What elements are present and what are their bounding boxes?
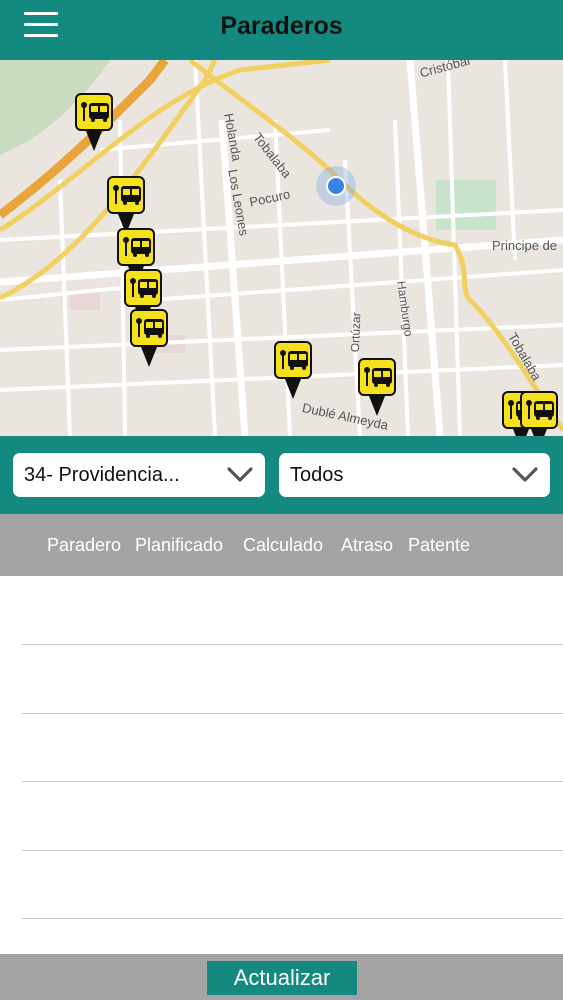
chevron-down-icon [227, 467, 253, 482]
bus-stop-icon[interactable] [520, 391, 558, 436]
filter-bar: 34- Providencia... Todos [0, 436, 563, 514]
route-select-value: 34- Providencia... [24, 464, 180, 486]
column-header-paradero[interactable]: Paradero [47, 514, 121, 576]
direction-select[interactable]: Todos [279, 453, 550, 497]
bus-stop-icon[interactable] [130, 309, 168, 367]
map-view[interactable]: Tobalaba Holanda Los Leones Pocuro Crist… [0, 60, 563, 436]
table-header: Paradero Planificado Calculado Atraso Pa… [0, 514, 563, 576]
app-header: Paraderos [0, 0, 563, 60]
footer-bar: Actualizar [0, 954, 563, 1000]
column-header-planificado[interactable]: Planificado [135, 514, 223, 576]
table-row-divider [22, 918, 563, 919]
bus-stop-icon[interactable] [274, 341, 312, 399]
bus-stop-icon[interactable] [75, 93, 113, 151]
direction-select-value: Todos [290, 464, 344, 486]
table-row-divider [22, 644, 563, 645]
page-title: Paraderos [220, 12, 343, 40]
bus-stop-icon[interactable] [107, 176, 145, 234]
bus-stop-icon[interactable] [358, 358, 396, 416]
route-select[interactable]: 34- Providencia... [13, 453, 265, 497]
table-row-divider [22, 850, 563, 851]
column-header-patente[interactable]: Patente [408, 514, 470, 576]
column-header-atraso[interactable]: Atraso [341, 514, 393, 576]
table-row-divider [22, 713, 563, 714]
chevron-down-icon [512, 467, 538, 482]
table-row-divider [22, 781, 563, 782]
street-label: Principe de [492, 238, 558, 253]
column-header-calculado[interactable]: Calculado [243, 514, 323, 576]
refresh-button[interactable]: Actualizar [207, 961, 357, 995]
street-label: Ortúzar [348, 312, 364, 353]
current-location-icon [316, 166, 356, 206]
